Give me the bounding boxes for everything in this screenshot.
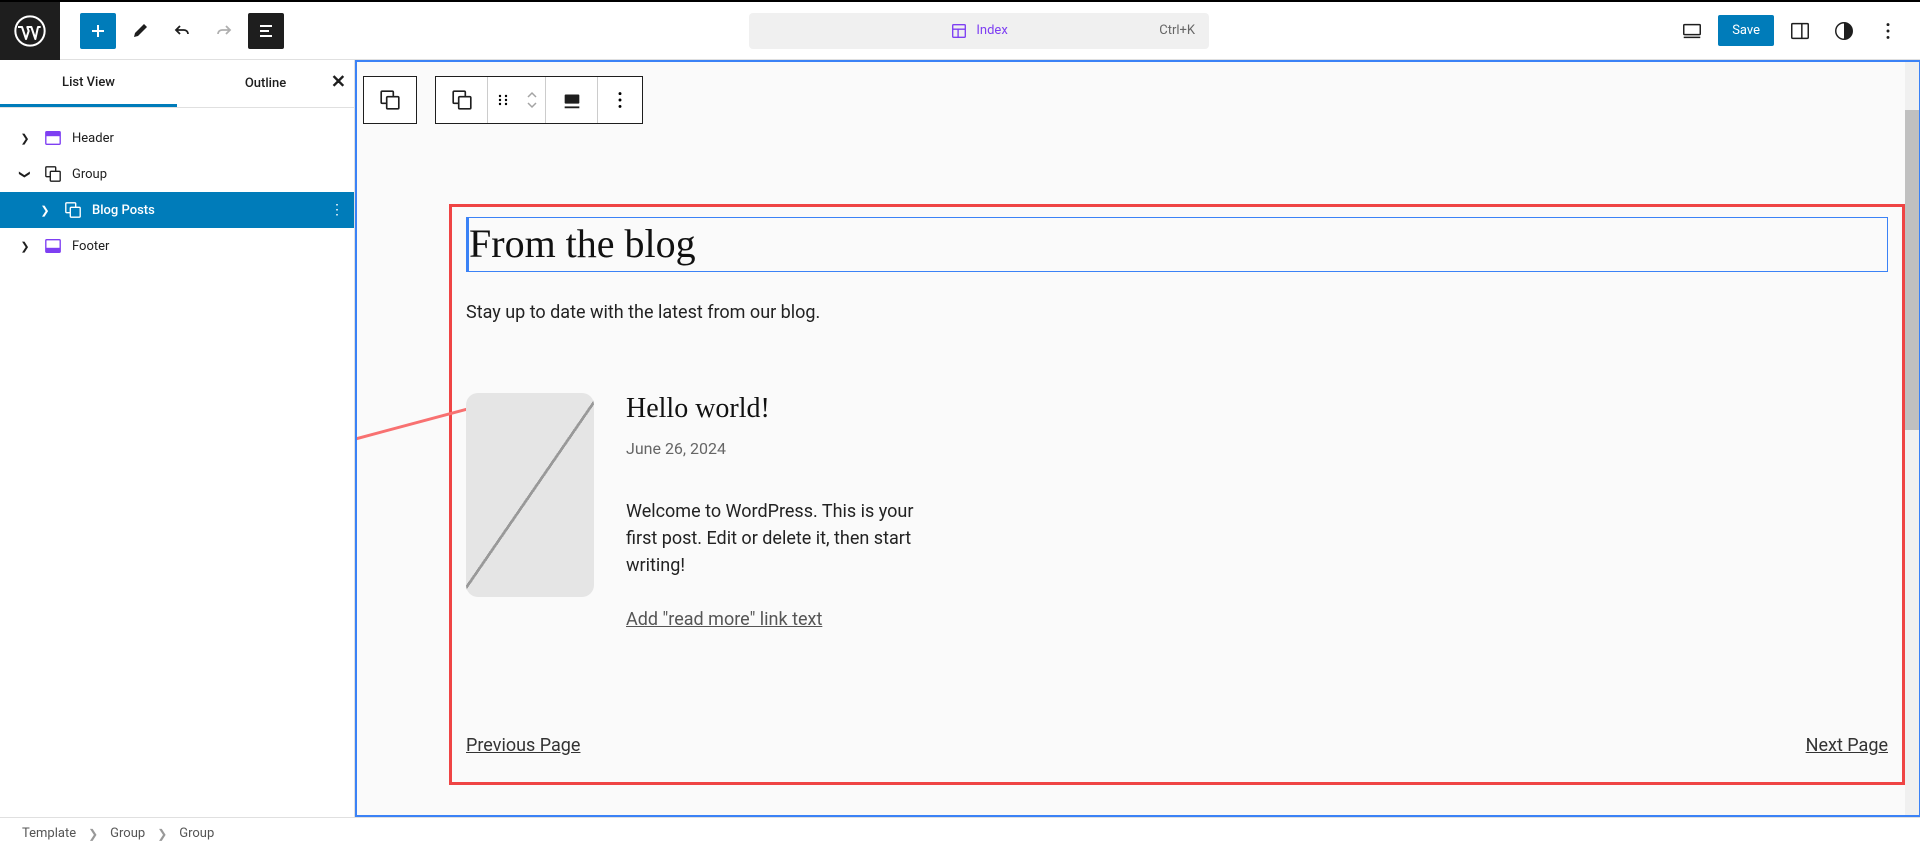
section-subtitle[interactable]: Stay up to date with the latest from our… xyxy=(466,302,1888,323)
undo-button[interactable] xyxy=(164,13,200,49)
tree-label: Group xyxy=(72,167,107,182)
post-title[interactable]: Hello world! xyxy=(626,393,936,425)
template-name: Index xyxy=(976,23,1007,38)
prev-page-link[interactable]: Previous Page xyxy=(466,735,580,756)
post-item: Hello world! June 26, 2024 Welcome to Wo… xyxy=(466,393,1888,630)
more-vertical-icon xyxy=(609,89,631,111)
layout-icon xyxy=(950,22,968,40)
tree-label: Footer xyxy=(72,239,109,254)
highlighted-block: From the blog Stay up to date with the l… xyxy=(449,204,1905,785)
plus-icon xyxy=(88,21,108,41)
toolbar-right-group: Save xyxy=(1674,13,1920,49)
settings-panel-button[interactable] xyxy=(1782,13,1818,49)
tree-item-header[interactable]: ❯ Header xyxy=(0,120,354,156)
contrast-icon xyxy=(1833,20,1855,42)
wordpress-logo[interactable] xyxy=(0,2,60,60)
block-inserter-button[interactable] xyxy=(80,13,116,49)
redo-icon xyxy=(214,21,234,41)
template-switcher[interactable]: Index Ctrl+K xyxy=(749,13,1209,49)
block-controls xyxy=(435,76,643,124)
undo-icon xyxy=(172,21,192,41)
post-date: June 26, 2024 xyxy=(626,439,936,458)
wordpress-icon xyxy=(14,15,46,47)
view-button[interactable] xyxy=(1674,13,1710,49)
top-toolbar: Index Ctrl+K Save xyxy=(0,0,1920,60)
next-page-link[interactable]: Next Page xyxy=(1806,735,1888,756)
tree-label: Header xyxy=(72,131,114,146)
heading-block[interactable]: From the blog xyxy=(466,217,1888,272)
group-block-icon xyxy=(44,165,62,183)
featured-image-placeholder[interactable] xyxy=(466,393,594,597)
desktop-icon xyxy=(1681,20,1703,42)
content-wrap: From the blog Stay up to date with the l… xyxy=(357,204,1919,805)
save-button[interactable]: Save xyxy=(1718,15,1774,46)
panel-tabs: List View Outline ✕ xyxy=(0,60,354,108)
header-block-icon xyxy=(44,129,62,147)
group-block-icon xyxy=(451,89,473,111)
redo-button[interactable] xyxy=(206,13,242,49)
shortcut-label: Ctrl+K xyxy=(1159,23,1195,38)
tree-item-blog-posts[interactable]: ❯ Blog Posts ⋮ xyxy=(0,192,354,228)
block-options-button[interactable] xyxy=(598,77,642,123)
toolbar-left-group xyxy=(60,13,284,49)
chevron-right-icon: ❯ xyxy=(157,827,167,841)
drag-handle[interactable] xyxy=(488,77,518,123)
list-view-icon xyxy=(256,21,276,41)
chevron-up-icon[interactable] xyxy=(527,91,537,99)
pagination: Previous Page Next Page xyxy=(466,735,1888,756)
tree-item-group[interactable]: ❯ Group xyxy=(0,156,354,192)
footer-block-icon xyxy=(44,237,62,255)
select-parent-button[interactable] xyxy=(364,77,416,123)
chevron-down-icon[interactable]: ❯ xyxy=(19,165,32,183)
tools-button[interactable] xyxy=(122,13,158,49)
more-vertical-icon xyxy=(1877,20,1899,42)
chevron-right-icon[interactable]: ❯ xyxy=(16,132,34,145)
styles-button[interactable] xyxy=(1826,13,1862,49)
mover-buttons xyxy=(518,77,546,123)
chevron-right-icon: ❯ xyxy=(88,827,98,841)
document-bar: Index Ctrl+K xyxy=(284,13,1674,49)
post-excerpt[interactable]: Welcome to WordPress. This is your first… xyxy=(626,498,936,579)
block-toolbar xyxy=(357,62,1919,124)
section-heading[interactable]: From the blog xyxy=(469,220,1881,267)
close-icon: ✕ xyxy=(331,71,346,92)
block-type-button[interactable] xyxy=(436,77,488,123)
close-panel-button[interactable]: ✕ xyxy=(331,71,346,92)
align-button[interactable] xyxy=(546,77,598,123)
pencil-icon xyxy=(130,21,150,41)
tree-label: Blog Posts xyxy=(92,203,155,218)
main-area: List View Outline ✕ ❯ Header ❯ Group ❯ B… xyxy=(0,60,1920,817)
editor-canvas[interactable]: From the blog Stay up to date with the l… xyxy=(355,60,1920,817)
more-vertical-icon[interactable]: ⋮ xyxy=(330,202,344,218)
group-block-icon xyxy=(64,201,82,219)
chevron-right-icon[interactable]: ❯ xyxy=(36,204,54,217)
tab-list-view[interactable]: List View xyxy=(0,60,177,107)
breadcrumb-item[interactable]: Group xyxy=(179,826,214,841)
group-block-icon xyxy=(379,89,401,111)
breadcrumb-item[interactable]: Group xyxy=(110,826,145,841)
tree-item-footer[interactable]: ❯ Footer xyxy=(0,228,354,264)
parent-selector xyxy=(363,76,417,124)
drag-icon xyxy=(495,92,511,108)
block-tree: ❯ Header ❯ Group ❯ Blog Posts ⋮ ❯ Footer xyxy=(0,108,354,264)
document-overview-button[interactable] xyxy=(248,13,284,49)
breadcrumb-item[interactable]: Template xyxy=(22,826,76,841)
chevron-down-icon[interactable] xyxy=(527,101,537,109)
read-more-link[interactable]: Add "read more" link text xyxy=(626,609,822,630)
post-body: Hello world! June 26, 2024 Welcome to Wo… xyxy=(626,393,936,630)
block-breadcrumb: Template ❯ Group ❯ Group xyxy=(0,817,1920,849)
chevron-right-icon[interactable]: ❯ xyxy=(16,240,34,253)
desktop-icon xyxy=(561,89,583,111)
options-button[interactable] xyxy=(1870,13,1906,49)
sidebar-icon xyxy=(1789,20,1811,42)
list-view-panel: List View Outline ✕ ❯ Header ❯ Group ❯ B… xyxy=(0,60,355,817)
tab-outline[interactable]: Outline xyxy=(177,60,354,107)
